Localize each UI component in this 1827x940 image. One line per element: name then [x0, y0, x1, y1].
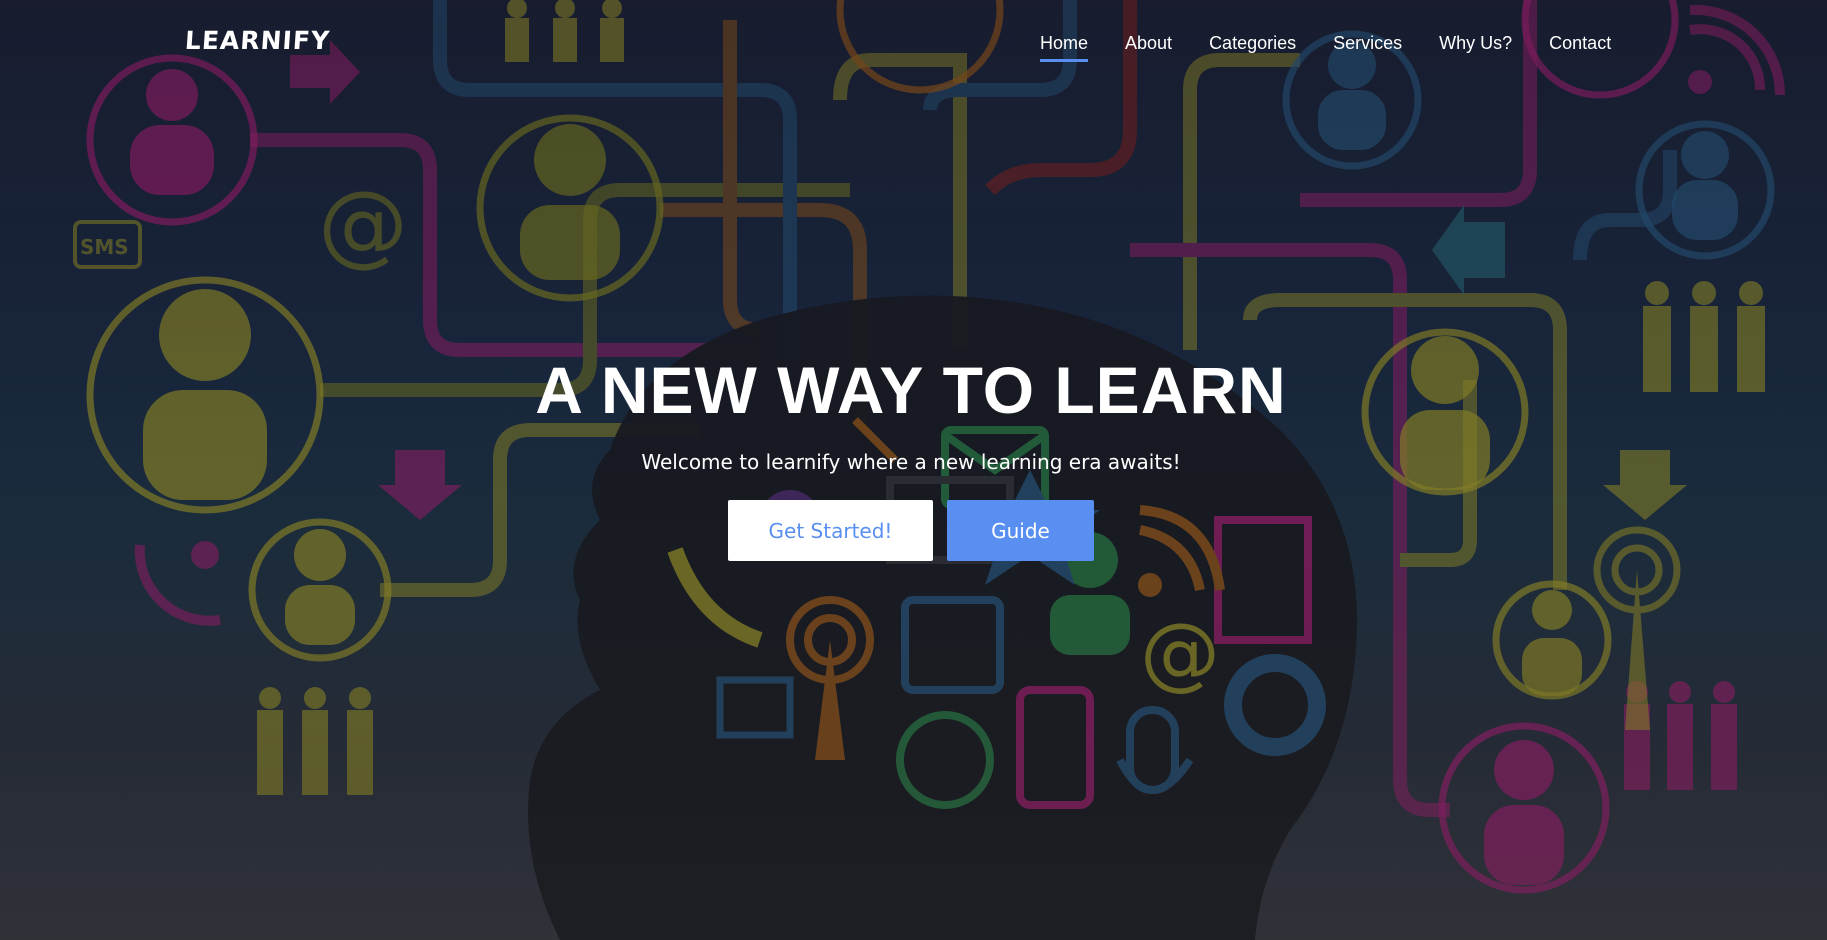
nav-item-why-us[interactable]: Why Us?	[1439, 33, 1512, 60]
navbar: LEARNIFY Home About Categories Services …	[0, 0, 1827, 88]
logo[interactable]: LEARNIFY	[184, 26, 331, 55]
nav-item-home[interactable]: Home	[1040, 33, 1089, 62]
nav-item-services[interactable]: Services	[1333, 33, 1402, 60]
hero-content: A NEW WAY TO LEARN Welcome to learnify w…	[0, 350, 1827, 561]
hero-title: A NEW WAY TO LEARN	[535, 353, 1287, 427]
nav-item-contact[interactable]: Contact	[1549, 33, 1611, 60]
hero-buttons: Get Started! Guide	[0, 500, 1827, 561]
get-started-button[interactable]: Get Started!	[728, 500, 933, 561]
hero-subtitle: Welcome to learnify where a new learning…	[641, 450, 1181, 474]
nav-item-categories[interactable]: Categories	[1209, 33, 1296, 60]
hero-section: SMS @	[0, 0, 1827, 940]
guide-button[interactable]: Guide	[947, 500, 1094, 561]
nav-menu: Home About Categories Services Why Us? C…	[1040, 33, 1648, 62]
nav-item-about[interactable]: About	[1125, 33, 1172, 60]
